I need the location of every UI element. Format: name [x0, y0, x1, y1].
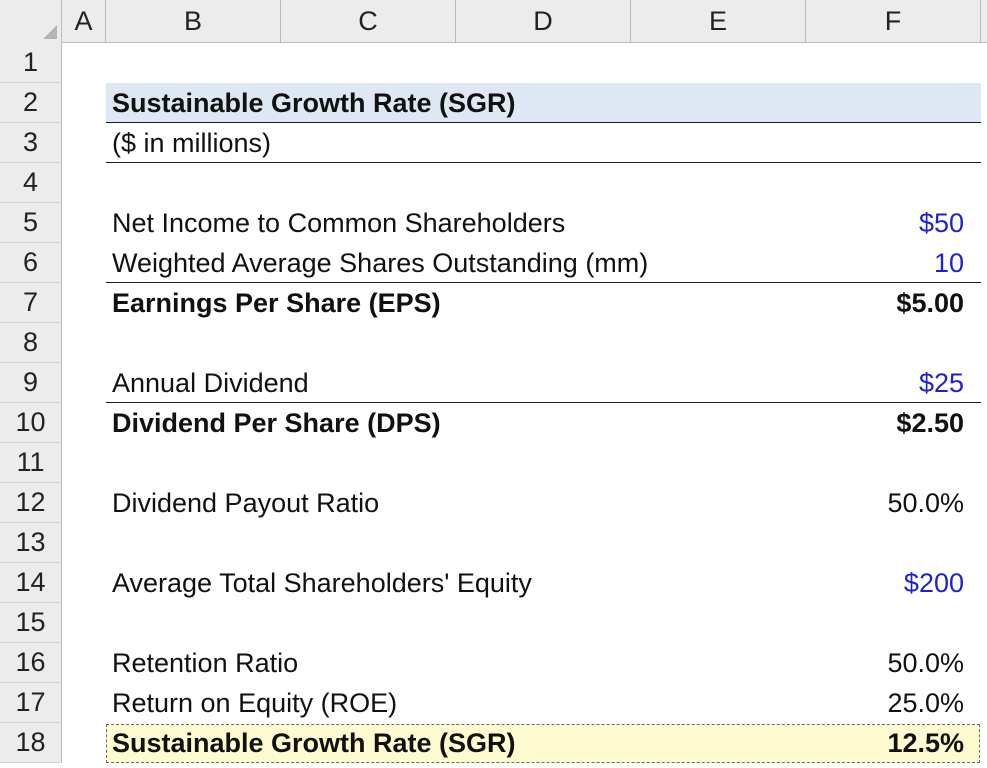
column-header-f[interactable]: F: [806, 0, 981, 43]
row-header-11[interactable]: 11: [0, 443, 62, 483]
row-header-6[interactable]: 6: [0, 243, 62, 283]
dps-label[interactable]: Dividend Per Share (DPS): [112, 403, 441, 443]
payout-ratio-value[interactable]: 50.0%: [887, 483, 964, 523]
eps-label[interactable]: Earnings Per Share (EPS): [112, 283, 441, 323]
select-all-icon: [43, 25, 57, 39]
net-income-label[interactable]: Net Income to Common Shareholders: [112, 203, 565, 243]
column-header-a[interactable]: A: [62, 0, 106, 43]
equity-value[interactable]: $200: [904, 563, 964, 603]
column-header-b[interactable]: B: [106, 0, 281, 43]
row-header-2[interactable]: 2: [0, 83, 62, 123]
payout-ratio-label[interactable]: Dividend Payout Ratio: [112, 483, 379, 523]
roe-value[interactable]: 25.0%: [887, 683, 964, 723]
row-header-3[interactable]: 3: [0, 123, 62, 163]
title-cell[interactable]: Sustainable Growth Rate (SGR): [112, 83, 516, 123]
row-header-1[interactable]: 1: [0, 43, 62, 83]
row-header-14[interactable]: 14: [0, 563, 62, 603]
subtitle-cell[interactable]: ($ in millions): [112, 123, 271, 163]
row-header-5[interactable]: 5: [0, 203, 62, 243]
row-header-15[interactable]: 15: [0, 603, 62, 643]
dps-value[interactable]: $2.50: [896, 403, 964, 443]
roe-label[interactable]: Return on Equity (ROE): [112, 683, 397, 723]
annual-dividend-label[interactable]: Annual Dividend: [112, 363, 309, 403]
row-header-7[interactable]: 7: [0, 283, 62, 323]
retention-ratio-value[interactable]: 50.0%: [887, 643, 964, 683]
row-header-4[interactable]: 4: [0, 163, 62, 203]
row-header-16[interactable]: 16: [0, 643, 62, 683]
equity-label[interactable]: Average Total Shareholders' Equity: [112, 563, 532, 603]
row-header-18[interactable]: 18: [0, 723, 62, 763]
row-header-10[interactable]: 10: [0, 403, 62, 443]
net-income-value[interactable]: $50: [919, 203, 964, 243]
column-header-c[interactable]: C: [281, 0, 456, 43]
column-header-d[interactable]: D: [456, 0, 631, 43]
shares-value[interactable]: 10: [934, 243, 964, 283]
row-header-8[interactable]: 8: [0, 323, 62, 363]
row-header-13[interactable]: 13: [0, 523, 62, 563]
retention-ratio-label[interactable]: Retention Ratio: [112, 643, 298, 683]
select-all-corner[interactable]: [0, 0, 62, 43]
sgr-value[interactable]: 12.5%: [887, 723, 964, 763]
sgr-label[interactable]: Sustainable Growth Rate (SGR): [112, 723, 516, 763]
eps-value[interactable]: $5.00: [896, 283, 964, 323]
annual-dividend-value[interactable]: $25: [919, 363, 964, 403]
row-header-9[interactable]: 9: [0, 363, 62, 403]
row-header-17[interactable]: 17: [0, 683, 62, 723]
shares-label[interactable]: Weighted Average Shares Outstanding (mm): [112, 243, 648, 283]
row-header-12[interactable]: 12: [0, 483, 62, 523]
column-header-e[interactable]: E: [631, 0, 806, 43]
